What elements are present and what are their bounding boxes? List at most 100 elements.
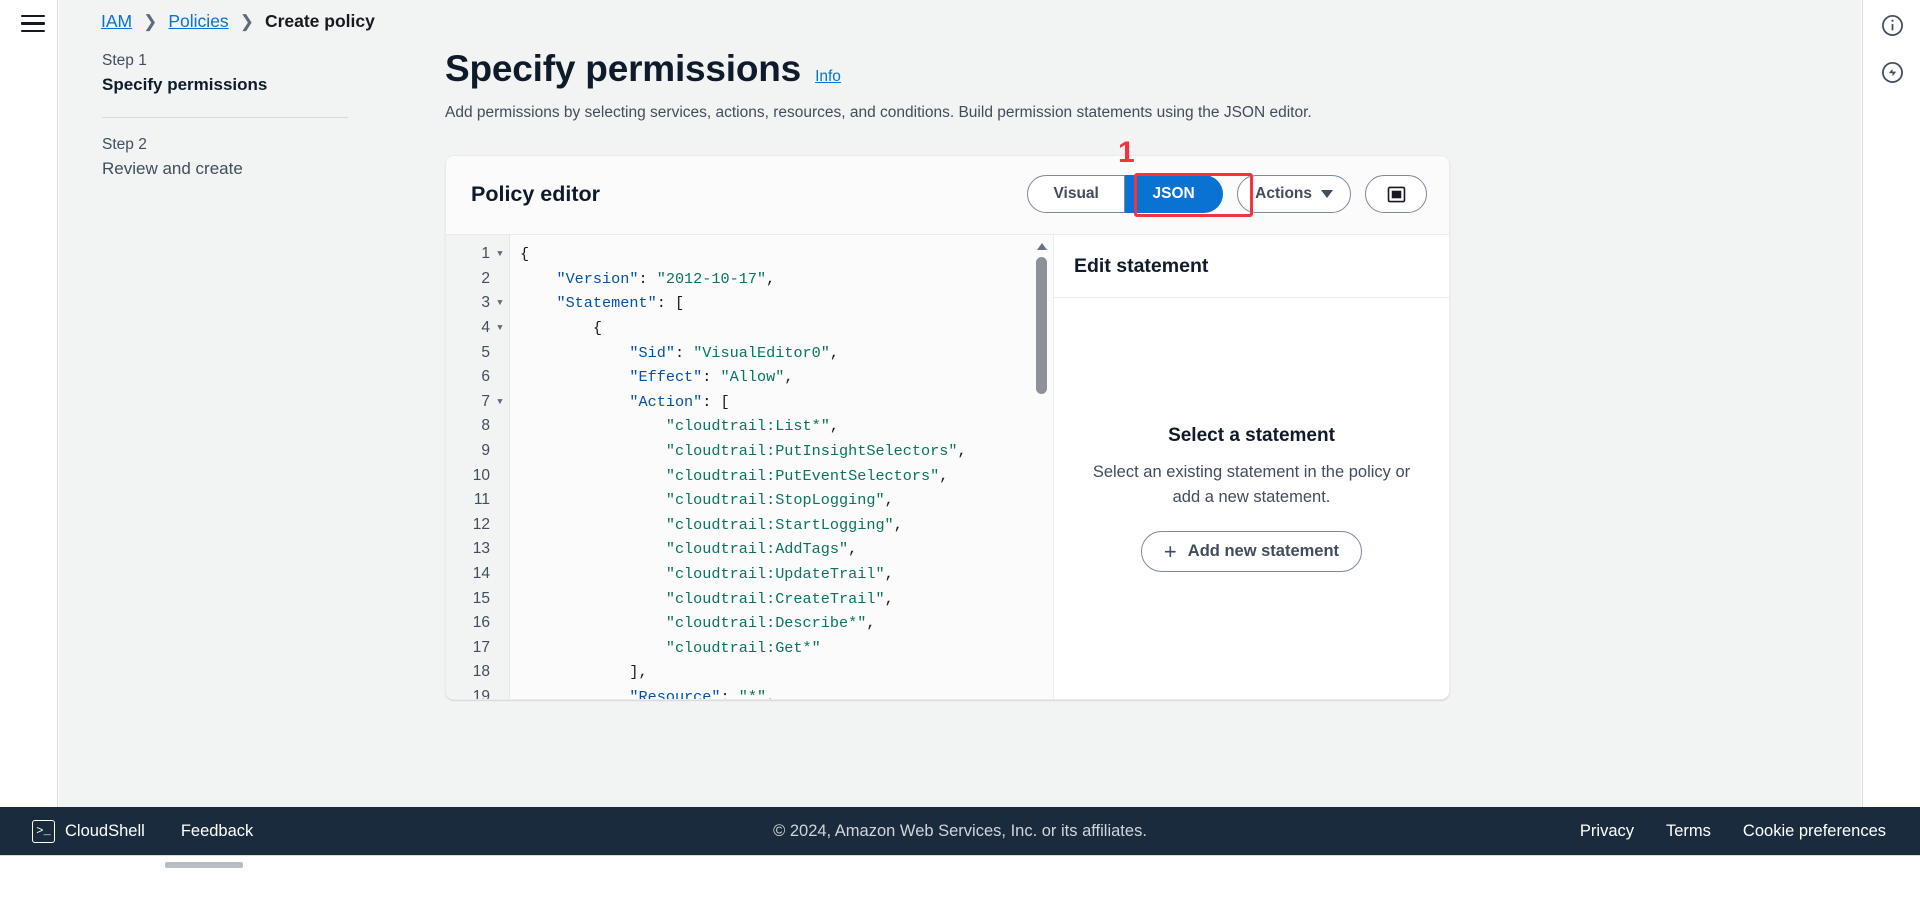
- fold-toggle-icon[interactable]: ▼: [490, 298, 510, 308]
- code-text: "cloudtrail:Get*": [510, 639, 821, 657]
- edit-statement-panel: Edit statement Select a statement Select…: [1054, 235, 1449, 699]
- code-line: 2 "Version": "2012-10-17",: [446, 267, 1053, 292]
- fullscreen-toggle-button[interactable]: [1365, 175, 1427, 213]
- code-text: "cloudtrail:List*",: [510, 417, 839, 435]
- code-line: 8 "cloudtrail:List*",: [446, 414, 1053, 439]
- code-line: 13 "cloudtrail:AddTags",: [446, 537, 1053, 562]
- policy-editor-body: 1▼{2 "Version": "2012-10-17",3▼ "Stateme…: [446, 235, 1449, 699]
- code-text: "cloudtrail:CreateTrail",: [510, 590, 894, 608]
- policy-editor-toolbar: Visual JSON Actions: [1027, 175, 1427, 213]
- edit-statement-header: Edit statement: [1054, 235, 1449, 298]
- code-text: ],: [510, 663, 648, 681]
- code-line: 18 ],: [446, 660, 1053, 685]
- add-new-statement-button[interactable]: + Add new statement: [1141, 531, 1362, 572]
- fold-toggle-icon[interactable]: ▼: [490, 397, 510, 407]
- code-line: 5 "Sid": "VisualEditor0",: [446, 340, 1053, 365]
- left-nav-column: [0, 0, 58, 855]
- code-text: "cloudtrail:PutEventSelectors",: [510, 467, 948, 485]
- line-number: 19: [446, 688, 490, 699]
- page-info-link[interactable]: Info: [815, 68, 841, 86]
- page-description: Add permissions by selecting services, a…: [445, 102, 1453, 124]
- policy-editor-title: Policy editor: [471, 182, 600, 207]
- code-line: 17 "cloudtrail:Get*": [446, 636, 1053, 661]
- code-line: 11 "cloudtrail:StopLogging",: [446, 488, 1053, 513]
- step-1-title[interactable]: Specify permissions: [102, 75, 350, 95]
- code-text: "cloudtrail:PutInsightSelectors",: [510, 442, 967, 460]
- code-text: "Statement": [: [510, 294, 684, 312]
- line-number: 11: [446, 491, 490, 509]
- line-number: 7: [446, 393, 490, 411]
- line-number: 4: [446, 319, 490, 337]
- line-number: 14: [446, 565, 490, 583]
- shortcuts-panel-button[interactable]: [1875, 55, 1909, 89]
- code-text: {: [510, 245, 529, 263]
- step-2-title[interactable]: Review and create: [102, 159, 350, 179]
- code-line: 4▼ {: [446, 316, 1053, 341]
- cookie-preferences-link[interactable]: Cookie preferences: [1727, 807, 1902, 855]
- line-number: 13: [446, 540, 490, 558]
- code-line: 16 "cloudtrail:Describe*",: [446, 611, 1053, 636]
- code-text: "cloudtrail:StartLogging",: [510, 516, 903, 534]
- fold-toggle-icon[interactable]: ▼: [490, 323, 510, 333]
- line-number: 8: [446, 417, 490, 435]
- editor-view-toggle: Visual JSON: [1027, 175, 1223, 213]
- page-title: Specify permissions: [445, 48, 801, 90]
- line-number: 1: [446, 245, 490, 263]
- code-line: 12 "cloudtrail:StartLogging",: [446, 513, 1053, 538]
- terms-link[interactable]: Terms: [1650, 807, 1727, 855]
- right-side-rail: [1862, 0, 1920, 855]
- browser-taskbar: [0, 855, 1920, 912]
- code-line: 19 "Resource": "*",: [446, 685, 1053, 699]
- code-text: "cloudtrail:UpdateTrail",: [510, 565, 894, 583]
- code-text: "Sid": "VisualEditor0",: [510, 344, 839, 362]
- step-2-label: Step 2: [102, 136, 350, 154]
- edit-statement-empty-state: Select a statement Select an existing st…: [1054, 298, 1449, 699]
- page-footer: >_ CloudShell Feedback © 2024, Amazon We…: [0, 807, 1920, 855]
- code-text: "Version": "2012-10-17",: [510, 270, 775, 288]
- shortcuts-icon: [1880, 60, 1905, 85]
- scroll-up-arrow-icon[interactable]: [1037, 243, 1047, 250]
- code-line: 10 "cloudtrail:PutEventSelectors",: [446, 463, 1053, 488]
- code-text: "cloudtrail:Describe*",: [510, 614, 875, 632]
- visual-view-button[interactable]: Visual: [1027, 175, 1125, 213]
- code-line: 15 "cloudtrail:CreateTrail",: [446, 586, 1053, 611]
- json-view-button[interactable]: JSON: [1125, 175, 1223, 213]
- page-content: IAM ❯ Policies ❯ Create policy Step 1 Sp…: [59, 0, 1861, 855]
- actions-dropdown-button[interactable]: Actions: [1237, 175, 1351, 213]
- breadcrumb-item-create-policy: Create policy: [265, 11, 375, 32]
- code-text: "cloudtrail:StopLogging",: [510, 491, 894, 509]
- code-line: 1▼{: [446, 242, 1053, 267]
- editor-vertical-scrollbar[interactable]: [1036, 243, 1047, 699]
- breadcrumb-item-iam[interactable]: IAM: [101, 11, 132, 32]
- privacy-link[interactable]: Privacy: [1564, 807, 1650, 855]
- line-number: 3: [446, 294, 490, 312]
- code-line: 6 "Effect": "Allow",: [446, 365, 1053, 390]
- plus-icon: +: [1164, 541, 1177, 563]
- json-code-editor[interactable]: 1▼{2 "Version": "2012-10-17",3▼ "Stateme…: [446, 235, 1054, 699]
- step-divider: [102, 117, 348, 118]
- feedback-link[interactable]: Feedback: [163, 807, 271, 855]
- line-number: 10: [446, 467, 490, 485]
- info-panel-button[interactable]: [1875, 8, 1909, 42]
- edit-statement-title: Edit statement: [1074, 255, 1208, 278]
- scrollbar-thumb[interactable]: [1036, 257, 1047, 394]
- cloudshell-icon: >_: [32, 820, 55, 843]
- breadcrumb: IAM ❯ Policies ❯ Create policy: [101, 8, 375, 34]
- fold-toggle-icon[interactable]: ▼: [490, 249, 510, 259]
- footer-left-group: >_ CloudShell Feedback: [14, 807, 271, 855]
- line-number: 16: [446, 614, 490, 632]
- line-number: 12: [446, 516, 490, 534]
- menu-toggle-icon[interactable]: [21, 15, 45, 33]
- code-text: "Effect": "Allow",: [510, 368, 793, 386]
- code-line: 7▼ "Action": [: [446, 390, 1053, 415]
- policy-editor-card: Policy editor Visual JSON Actions: [445, 155, 1450, 700]
- feedback-label: Feedback: [181, 822, 253, 841]
- breadcrumb-item-policies[interactable]: Policies: [168, 11, 228, 32]
- line-number: 18: [446, 663, 490, 681]
- breadcrumb-separator: ❯: [143, 13, 157, 30]
- actions-label: Actions: [1255, 185, 1312, 203]
- line-number: 2: [446, 270, 490, 288]
- code-content[interactable]: 1▼{2 "Version": "2012-10-17",3▼ "Stateme…: [446, 242, 1053, 699]
- taskbar-item[interactable]: [165, 862, 243, 868]
- cloudshell-button[interactable]: >_ CloudShell: [14, 807, 163, 855]
